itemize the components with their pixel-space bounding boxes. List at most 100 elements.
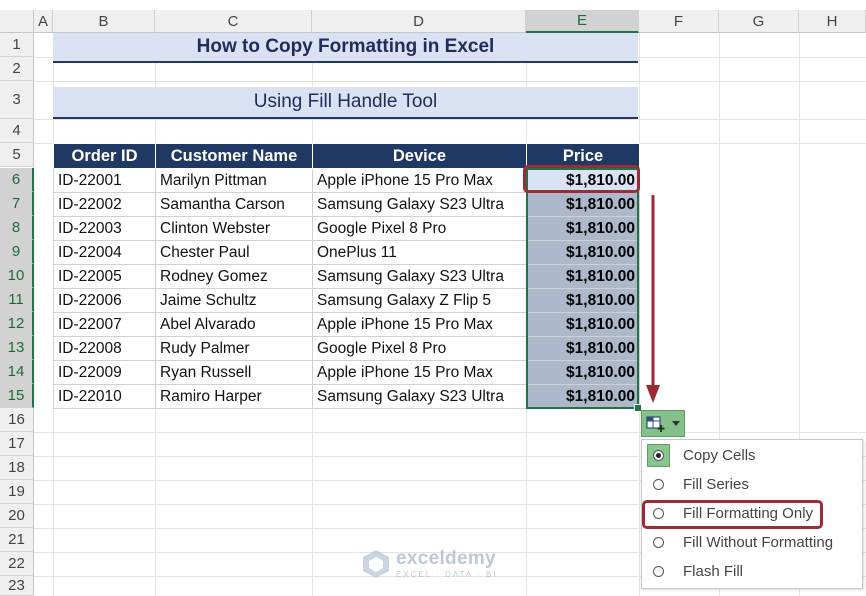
table-row: ID-22001 Marilyn Pittman Apple iPhone 15… [53,168,640,193]
cell-device[interactable]: OnePlus 11 [312,240,527,265]
cell-device[interactable]: Samsung Galaxy S23 Ultra [312,264,527,289]
cell-device[interactable]: Samsung Galaxy S23 Ultra [312,192,527,217]
column-header-f[interactable]: F [639,10,719,33]
radio-button[interactable] [653,537,664,548]
row-header-16[interactable]: 16 [0,408,34,432]
cell-device[interactable]: Google Pixel 8 Pro [312,216,527,241]
spreadsheet-grid[interactable]: A B C D E F G H 1 2 3 4 5 6 7 8 9 10 11 … [0,0,866,596]
table-row: ID-22005 Rodney Gomez Samsung Galaxy S23… [53,264,640,289]
table-row: ID-22006 Jaime Schultz Samsung Galaxy Z … [53,288,640,313]
cell-customer-name[interactable]: Jaime Schultz [155,288,313,313]
row-header-2[interactable]: 2 [0,57,34,81]
menu-item-flash-fill[interactable]: Flash Fill [645,558,859,585]
cell-order-id[interactable]: ID-22008 [53,336,156,361]
radio-button-selected[interactable] [653,450,664,461]
select-all-corner[interactable] [0,10,34,33]
column-header-e[interactable]: E [526,10,639,33]
row-header-20[interactable]: 20 [0,504,34,528]
cell-customer-name[interactable]: Rodney Gomez [155,264,313,289]
radio-button[interactable] [653,479,664,490]
menu-item-fill-formatting-only[interactable]: Fill Formatting Only [645,500,859,527]
watermark-name: exceldemy [396,548,496,569]
row-header-13[interactable]: 13 [0,336,34,360]
cell-order-id[interactable]: ID-22005 [53,264,156,289]
cell-device[interactable]: Google Pixel 8 Pro [312,336,527,361]
cell-order-id[interactable]: ID-22010 [53,384,156,409]
gridline [34,432,866,433]
cell-order-id[interactable]: ID-22009 [53,360,156,385]
exceldemy-logo-icon [363,549,389,578]
cell-price[interactable]: $1,810.00 [526,264,640,289]
table-row: ID-22009 Ryan Russell Apple iPhone 15 Pr… [53,360,640,385]
column-header-h[interactable]: H [799,10,866,33]
cell-order-id[interactable]: ID-22007 [53,312,156,337]
row-header-3[interactable]: 3 [0,81,34,119]
row-header-21[interactable]: 21 [0,528,34,552]
column-header-b[interactable]: B [53,10,155,33]
sheet-subtitle[interactable]: Using Fill Handle Tool [53,87,638,119]
header-cell-device[interactable]: Device [312,143,527,169]
cell-device[interactable]: Apple iPhone 15 Pro Max [312,168,527,193]
row-header-22[interactable]: 22 [0,552,34,576]
cell-order-id[interactable]: ID-22001 [53,168,156,193]
row-header-8[interactable]: 8 [0,216,34,240]
row-header-10[interactable]: 10 [0,264,34,288]
header-cell-customer-name[interactable]: Customer Name [155,143,313,169]
cell-price[interactable]: $1,810.00 [526,384,640,409]
cell-price[interactable]: $1,810.00 [526,336,640,361]
row-header-6[interactable]: 6 [0,168,34,192]
menu-item-copy-cells[interactable]: Copy Cells [645,442,859,469]
row-header-19[interactable]: 19 [0,480,34,504]
menu-item-fill-series[interactable]: Fill Series [645,471,859,498]
cell-customer-name[interactable]: Chester Paul [155,240,313,265]
row-header-11[interactable]: 11 [0,288,34,312]
row-header-4[interactable]: 4 [0,119,34,143]
cell-price[interactable]: $1,810.00 [526,360,640,385]
cell-order-id[interactable]: ID-22002 [53,192,156,217]
cell-customer-name[interactable]: Abel Alvarado [155,312,313,337]
menu-item-label: Fill Formatting Only [683,505,814,522]
cell-price[interactable]: $1,810.00 [526,288,640,313]
radio-button[interactable] [653,566,664,577]
cell-order-id[interactable]: ID-22003 [53,216,156,241]
menu-item-fill-without-formatting[interactable]: Fill Without Formatting [645,529,859,556]
column-header-d[interactable]: D [312,10,526,33]
cell-device[interactable]: Samsung Galaxy S23 Ultra [312,384,527,409]
column-header-c[interactable]: C [155,10,312,33]
cell-customer-name[interactable]: Rudy Palmer [155,336,313,361]
cell-device[interactable]: Apple iPhone 15 Pro Max [312,360,527,385]
row-header-17[interactable]: 17 [0,432,34,456]
cell-price[interactable]: $1,810.00 [526,192,640,217]
sheet-title[interactable]: How to Copy Formatting in Excel [53,33,638,63]
row-header-15[interactable]: 15 [0,384,34,408]
cell-order-id[interactable]: ID-22006 [53,288,156,313]
auto-fill-options-button[interactable] [641,410,685,437]
row-header-7[interactable]: 7 [0,192,34,216]
cell-customer-name[interactable]: Ramiro Harper [155,384,313,409]
row-header-14[interactable]: 14 [0,360,34,384]
row-header-9[interactable]: 9 [0,240,34,264]
row-header-5[interactable]: 5 [0,143,34,167]
cell-order-id[interactable]: ID-22004 [53,240,156,265]
row-header-1[interactable]: 1 [0,33,34,57]
cell-customer-name[interactable]: Marilyn Pittman [155,168,313,193]
column-header-a[interactable]: A [34,10,53,33]
header-cell-price[interactable]: Price [526,143,640,169]
menu-item-label: Flash Fill [683,563,744,580]
row-header-18[interactable]: 18 [0,456,34,480]
column-header-g[interactable]: G [719,10,799,33]
cell-price[interactable]: $1,810.00 [526,216,640,241]
cell-price[interactable]: $1,810.00 [526,168,640,193]
exceldemy-watermark: exceldemy EXCEL · DATA · BI [362,548,497,579]
row-header-12[interactable]: 12 [0,312,34,336]
cell-price[interactable]: $1,810.00 [526,240,640,265]
row-header-23[interactable]: 23 [0,576,34,596]
cell-customer-name[interactable]: Samantha Carson [155,192,313,217]
cell-device[interactable]: Apple iPhone 15 Pro Max [312,312,527,337]
radio-button[interactable] [653,508,664,519]
header-cell-order-id[interactable]: Order ID [53,143,156,169]
cell-customer-name[interactable]: Ryan Russell [155,360,313,385]
cell-device[interactable]: Samsung Galaxy Z Flip 5 [312,288,527,313]
cell-price[interactable]: $1,810.00 [526,312,640,337]
cell-customer-name[interactable]: Clinton Webster [155,216,313,241]
